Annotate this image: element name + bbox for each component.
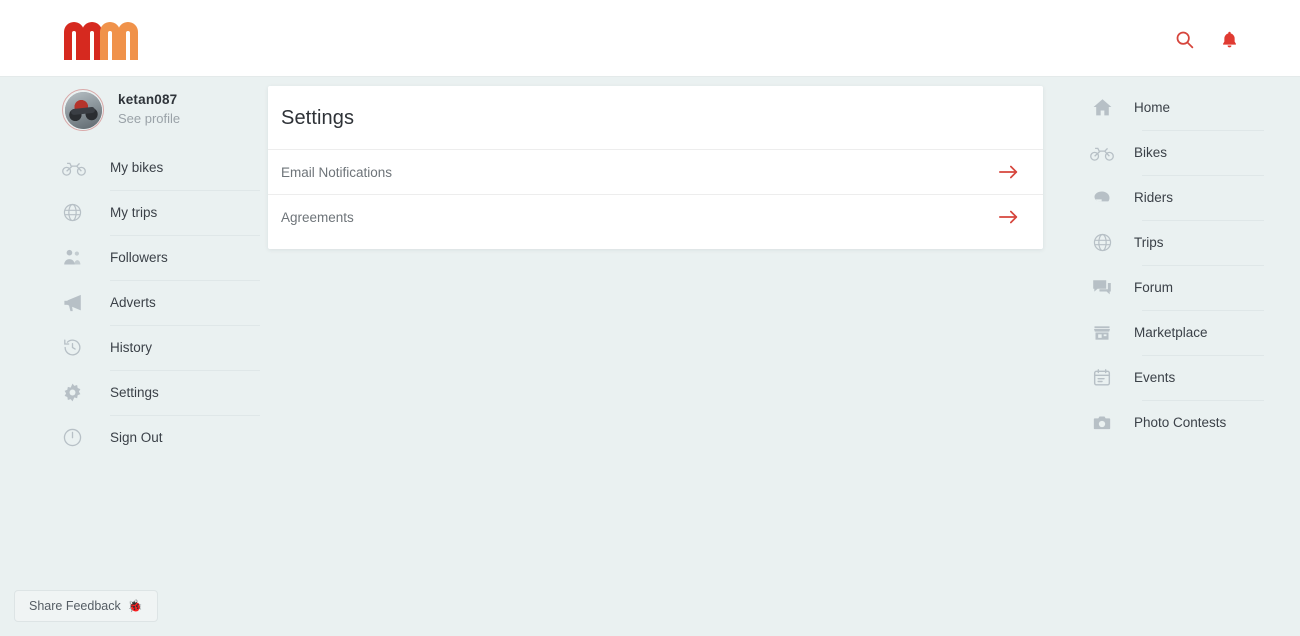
sidebar-item-followers[interactable]: Followers <box>62 235 260 280</box>
see-profile-link[interactable]: See profile <box>118 111 180 127</box>
right-nav-item-label: Events <box>1134 370 1176 385</box>
calendar-icon <box>1084 367 1120 388</box>
share-feedback-button[interactable]: Share Feedback 🐞 <box>14 590 158 622</box>
forum-icon <box>1084 277 1120 299</box>
sidebar-item-label: Followers <box>110 250 168 265</box>
main-content: Settings Email Notifications Agreements <box>268 77 1068 636</box>
profile-summary[interactable]: ketan087 See profile <box>62 89 180 131</box>
globe-icon <box>1084 232 1120 253</box>
arrow-right-icon[interactable] <box>998 164 1020 180</box>
storefront-icon <box>1084 323 1120 343</box>
right-nav-item-label: Forum <box>1134 280 1174 295</box>
right-nav-item-home[interactable]: Home <box>1084 85 1280 130</box>
globe-icon <box>62 202 92 223</box>
right-nav-item-forum[interactable]: Forum <box>1084 265 1280 310</box>
right-nav-item-label: Marketplace <box>1134 325 1208 340</box>
sidebar-item-my-bikes[interactable]: My bikes <box>62 145 242 190</box>
right-nav-item-label: Bikes <box>1134 145 1168 160</box>
search-icon[interactable] <box>1171 26 1197 52</box>
settings-row-label: Agreements <box>281 209 354 225</box>
helmet-icon <box>1084 188 1120 208</box>
sidebar-item-settings[interactable]: Settings <box>62 370 260 415</box>
sidebar-item-my-trips[interactable]: My trips <box>62 190 260 235</box>
bug-icon: 🐞 <box>127 599 143 613</box>
right-nav-item-riders[interactable]: Riders <box>1084 175 1280 220</box>
sidebar-item-label: My bikes <box>110 160 164 175</box>
sidebar-nav: My bikes My trips Followers Adverts Hist… <box>62 145 260 460</box>
motorcycle-icon <box>1084 144 1120 162</box>
left-sidebar: ketan087 See profile My bikes My trips F… <box>0 77 268 636</box>
header-actions <box>1171 26 1242 52</box>
right-nav-item-label: Trips <box>1134 235 1164 250</box>
settings-row-agreements[interactable]: Agreements <box>268 194 1043 239</box>
right-nav-item-bikes[interactable]: Bikes <box>1084 130 1280 175</box>
settings-row-email-notifications[interactable]: Email Notifications <box>268 149 1043 194</box>
megaphone-icon <box>62 292 92 314</box>
right-nav-item-label: Photo Contests <box>1134 415 1227 430</box>
sidebar-item-label: Adverts <box>110 295 156 310</box>
arrow-right-icon[interactable] <box>998 209 1020 225</box>
motorcycle-icon <box>62 159 92 177</box>
bell-icon[interactable] <box>1216 26 1242 52</box>
settings-row-label: Email Notifications <box>281 164 393 180</box>
sidebar-item-adverts[interactable]: Adverts <box>62 280 260 325</box>
right-nav-item-marketplace[interactable]: Marketplace <box>1084 310 1280 355</box>
sidebar-item-sign-out[interactable]: Sign Out <box>62 415 260 460</box>
avatar[interactable] <box>62 89 104 131</box>
right-nav-item-trips[interactable]: Trips <box>1084 220 1280 265</box>
sidebar-item-history[interactable]: History <box>62 325 260 370</box>
profile-username: ketan087 <box>118 92 178 108</box>
history-icon <box>62 337 92 358</box>
followers-icon <box>62 247 92 268</box>
page-title: Settings <box>281 107 355 129</box>
camera-icon <box>1084 413 1120 433</box>
right-nav-item-label: Home <box>1134 100 1171 115</box>
right-nav-item-events[interactable]: Events <box>1084 355 1280 400</box>
sidebar-item-label: My trips <box>110 205 158 220</box>
right-sidebar: Home Bikes Riders Trips Forum Marketplac… <box>1068 77 1300 636</box>
power-icon <box>62 427 92 448</box>
share-feedback-label: Share Feedback <box>29 599 121 613</box>
gear-icon <box>62 382 92 403</box>
right-nav-item-label: Riders <box>1134 190 1174 205</box>
home-icon <box>1084 97 1120 118</box>
app-logo[interactable] <box>62 14 146 62</box>
app-header <box>0 0 1300 77</box>
sidebar-item-label: Sign Out <box>110 430 163 445</box>
right-nav-item-photo-contests[interactable]: Photo Contests <box>1084 400 1280 445</box>
right-nav-list: Home Bikes Riders Trips Forum Marketplac… <box>1084 85 1280 445</box>
settings-card: Settings Email Notifications Agreements <box>268 86 1043 249</box>
sidebar-item-label: Settings <box>110 385 159 400</box>
sidebar-item-label: History <box>110 340 153 355</box>
